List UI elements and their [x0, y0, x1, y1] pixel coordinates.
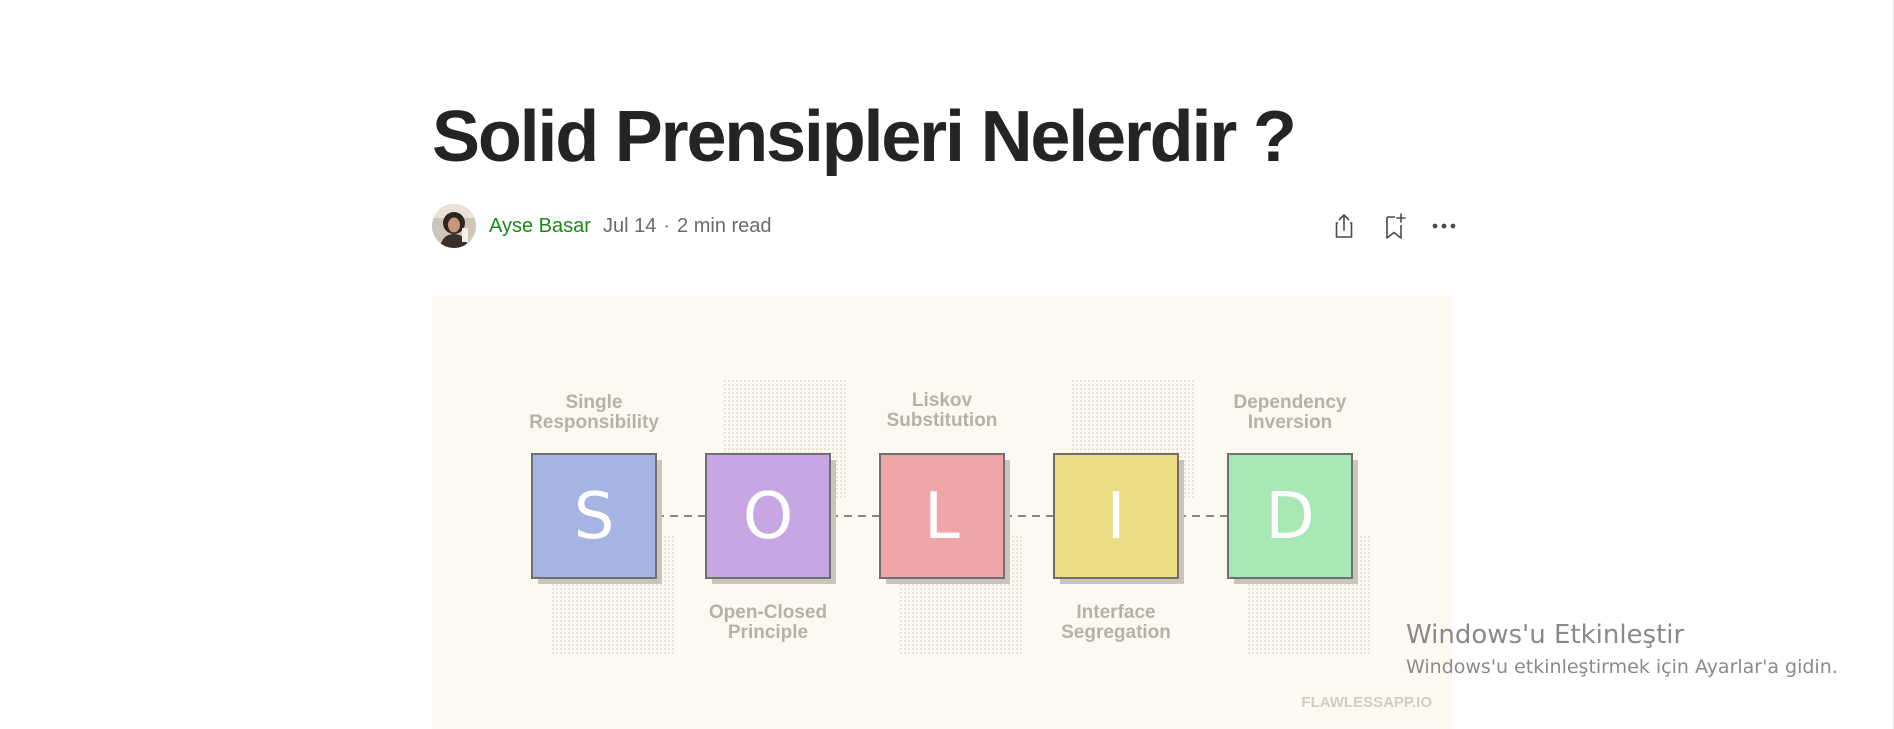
- share-button[interactable]: [1328, 210, 1360, 242]
- block-label-line1: Liskov: [912, 390, 973, 411]
- publish-date: Jul 14: [603, 215, 657, 237]
- watermark-title: Windows'u Etkinleştir: [1406, 620, 1685, 650]
- windows-activation-watermark: Windows'u Etkinleştir Windows'u etkinleş…: [1406, 618, 1838, 682]
- block-label-line1: Single: [565, 392, 622, 413]
- meta-separator: ·: [663, 215, 671, 237]
- block-letter: I: [1107, 480, 1126, 554]
- author-avatar[interactable]: [432, 204, 476, 248]
- article-meta: Ayse Basar Jul 14 · 2 min read: [432, 204, 1456, 248]
- more-options-icon: [1432, 223, 1456, 229]
- solid-block-l: L LiskovSubstitution: [879, 390, 1010, 584]
- publish-info: Jul 14 · 2 min read: [603, 215, 772, 238]
- solid-blocks: S SingleResponsibility O Open-ClosedPrincip…: [529, 378, 1370, 656]
- block-letter: O: [743, 480, 793, 554]
- block-label-line2: Responsibility: [529, 412, 659, 433]
- more-options-button[interactable]: [1428, 210, 1460, 242]
- block-label-line2: Principle: [728, 622, 808, 643]
- block-label-line2: Segregation: [1061, 622, 1171, 643]
- block-letter: L: [924, 480, 960, 554]
- block-label-line2: Inversion: [1248, 412, 1332, 433]
- block-letter: S: [574, 480, 615, 554]
- solid-block-o: O Open-ClosedPrinciple: [705, 453, 836, 643]
- solid-diagram: S SingleResponsibility O Open-ClosedPrincip…: [529, 378, 1432, 711]
- hero-image: S Single Responsibility O Open-Closed Princip…: [432, 296, 1452, 729]
- article-title: Solid Prensipleri Nelerdir ?: [432, 97, 1297, 177]
- read-time: 2 min read: [677, 215, 772, 237]
- watermark-subtitle: Windows'u etkinleştirmek için Ayarlar'a …: [1406, 656, 1838, 678]
- solid-block-i: I InterfaceSegregation: [1053, 453, 1184, 643]
- article-actions: [1328, 210, 1456, 242]
- bookmark-add-icon: [1386, 213, 1406, 239]
- share-icon: [1335, 214, 1353, 238]
- image-credit: FLAWLESSAPP.IO: [1301, 694, 1432, 711]
- solid-block-d: D DependencyInversion: [1227, 392, 1358, 584]
- solid-block-s: S SingleResponsibility: [529, 392, 662, 584]
- block-label-line1: Open-Closed: [709, 602, 827, 623]
- block-label-line1: Dependency: [1234, 392, 1347, 413]
- author-name-link[interactable]: Ayse Basar: [489, 215, 591, 238]
- block-label-line1: Interface: [1076, 602, 1155, 623]
- block-letter: D: [1265, 480, 1314, 554]
- avatar-image: [432, 204, 476, 248]
- block-label-line2: Substitution: [887, 410, 998, 431]
- bookmark-button[interactable]: [1378, 210, 1410, 242]
